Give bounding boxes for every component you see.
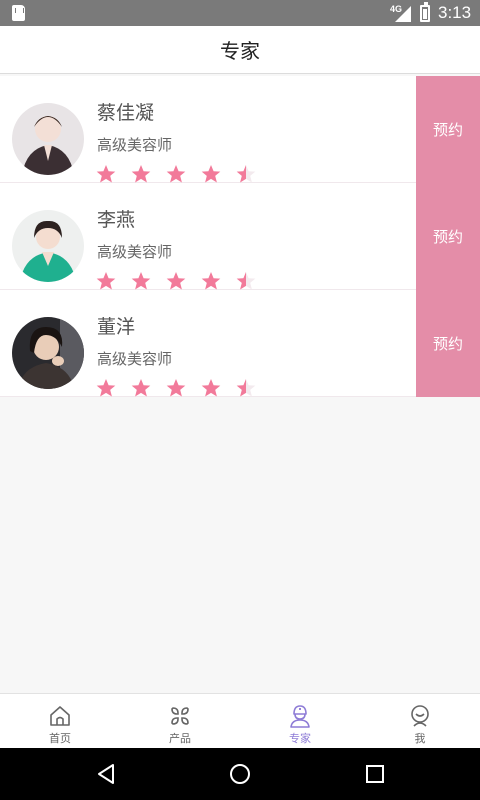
star-icon [96,271,116,291]
rating-stars [96,378,271,398]
star-icon [131,164,151,184]
expert-name: 蔡佳凝 [97,102,155,124]
bottom-tab-bar: 首页 产品 专家 我 [0,693,480,748]
expert-row[interactable]: 蔡佳凝 高级美容师 预约 [0,76,480,183]
expert-row[interactable]: 董洋 高级美容师 预约 [0,290,480,397]
book-button[interactable]: 预约 [416,76,480,183]
home-nav-icon[interactable] [228,762,252,786]
avatar[interactable] [12,317,84,389]
title-bar: 专家 [0,26,480,74]
book-button[interactable]: 预约 [416,183,480,290]
star-icon [201,378,221,398]
sd-card-icon [12,5,25,21]
clock: 3:13 [438,3,472,22]
profile-icon [408,704,432,728]
page-title: 专家 [220,39,260,63]
grid-icon [168,704,192,728]
expert-name: 董洋 [97,316,136,338]
expert-title: 高级美容师 [97,136,173,154]
star-icon [131,271,151,291]
half-star-icon [236,378,256,398]
status-bar: 4G 3:13 [0,0,480,26]
tab-label: 专家 [289,732,311,745]
tab-home[interactable]: 首页 [0,694,120,748]
home-icon [48,704,72,728]
half-star-icon [236,271,256,291]
recents-icon[interactable] [363,762,387,786]
tab-experts[interactable]: 专家 [240,694,360,748]
star-icon [96,378,116,398]
rating-stars [96,164,271,184]
star-icon [96,164,116,184]
tab-label: 产品 [169,732,191,745]
star-icon [131,378,151,398]
star-icon [166,164,186,184]
star-icon [166,271,186,291]
star-icon [201,164,221,184]
avatar[interactable] [12,103,84,175]
half-star-icon [236,164,256,184]
star-icon [201,271,221,291]
tab-me[interactable]: 我 [360,694,480,748]
expert-title: 高级美容师 [97,243,173,261]
book-button[interactable]: 预约 [416,290,480,397]
expert-title: 高级美容师 [97,350,173,368]
expert-list: 蔡佳凝 高级美容师 预约 李燕 高级美容师 预约 董洋 高级美容师 预约 [0,76,480,397]
signal-icon [395,6,411,22]
star-icon [166,378,186,398]
expert-name: 李燕 [97,209,136,231]
tab-products[interactable]: 产品 [120,694,240,748]
back-icon[interactable] [94,762,118,786]
battery-icon [420,2,430,22]
tab-label: 首页 [49,732,71,745]
rating-stars [96,271,271,291]
tab-label: 我 [414,732,426,745]
doctor-icon [288,704,312,728]
expert-row[interactable]: 李燕 高级美容师 预约 [0,183,480,290]
avatar[interactable] [12,210,84,282]
system-nav-bar [0,748,480,800]
